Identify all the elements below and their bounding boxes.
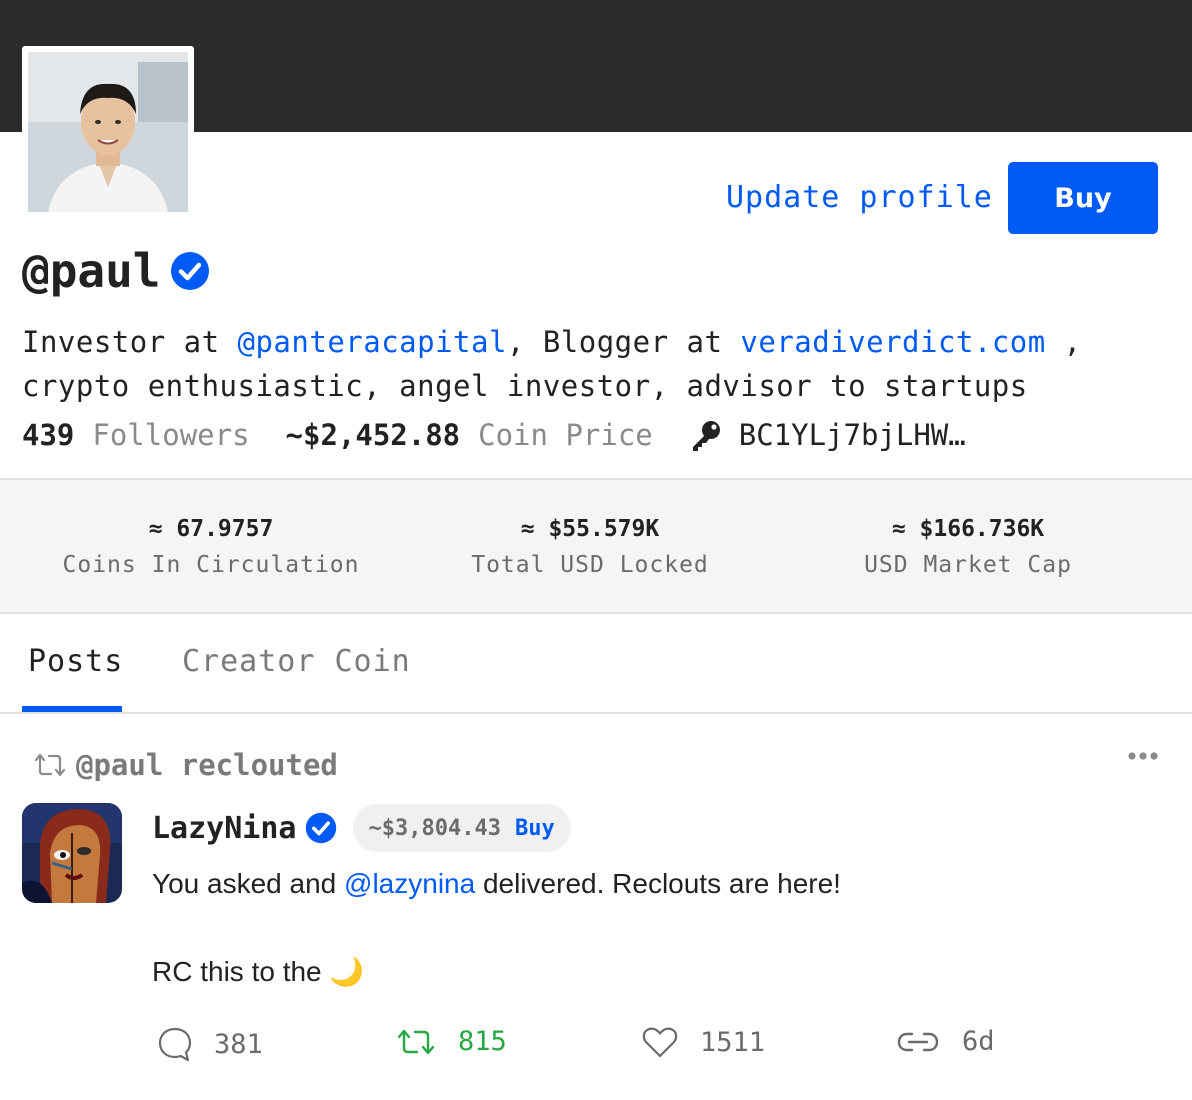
- coin-price-label: Coin Price: [478, 418, 653, 452]
- buy-button[interactable]: Buy: [1008, 162, 1158, 234]
- metric-label: Coins In Circulation: [62, 552, 360, 578]
- key-icon: [692, 421, 720, 451]
- link-icon: [897, 1032, 939, 1051]
- profile-tabs: Posts Creator Coin: [0, 614, 1192, 714]
- coin-price-value: ~$2,452.88: [285, 418, 461, 452]
- author-buy-link[interactable]: Buy: [515, 816, 555, 841]
- post-mention-link[interactable]: @lazynina: [344, 868, 475, 899]
- author-coin-price: ~$3,804.43: [368, 815, 501, 841]
- bio-text: , Blogger at: [506, 325, 741, 359]
- post-body-line-1: You asked and @lazynina delivered. Reclo…: [152, 862, 841, 906]
- coin-metrics: ≈ 67.9757 Coins In Circulation ≈ $55.579…: [0, 478, 1192, 614]
- permalink-button[interactable]: 6d: [896, 1026, 995, 1057]
- avatar-photo: [28, 52, 188, 212]
- like-count: 1511: [700, 1026, 766, 1058]
- username-row: @paul: [22, 244, 210, 298]
- post-author-avatar[interactable]: [22, 803, 122, 903]
- reclout-count: 815: [458, 1026, 507, 1057]
- post-text: delivered. Reclouts are here!: [475, 868, 841, 899]
- post-text: RC this to the: [152, 956, 330, 987]
- reclout-button[interactable]: 815: [396, 1026, 507, 1057]
- reclout-icon: [397, 1029, 435, 1054]
- reclout-attribution: @paul reclouted: [32, 748, 338, 782]
- post-body: You asked and @lazynina delivered. Reclo…: [152, 862, 841, 994]
- bio-mention-link[interactable]: @panteracapital: [238, 325, 507, 359]
- metric-label: Total USD Locked: [471, 552, 709, 578]
- metric-coins-in-circulation: ≈ 67.9757 Coins In Circulation: [21, 516, 401, 578]
- metric-total-usd-locked: ≈ $55.579K Total USD Locked: [400, 516, 780, 578]
- comment-button[interactable]: 381: [158, 1026, 263, 1062]
- post-actions: 381 815 1511 6d: [0, 1026, 1192, 1070]
- bio-site-link[interactable]: veradiverdict.com: [740, 325, 1045, 359]
- followers-label[interactable]: Followers: [92, 418, 249, 452]
- verified-icon: [305, 812, 336, 844]
- bio-text: ,: [1045, 325, 1082, 359]
- comment-icon: [158, 1027, 192, 1062]
- like-button[interactable]: 1511: [642, 1026, 765, 1058]
- followers-count[interactable]: 439: [22, 418, 74, 452]
- post-author-name[interactable]: LazyNina: [152, 811, 297, 846]
- heart-icon: [642, 1027, 678, 1058]
- tab-posts[interactable]: Posts: [28, 644, 123, 679]
- metric-value: ≈ 67.9757: [148, 516, 274, 542]
- reclout-by-text[interactable]: @paul reclouted: [76, 748, 338, 782]
- tab-creator-coin[interactable]: Creator Coin: [182, 644, 411, 679]
- post-text: You asked and: [152, 868, 345, 899]
- metric-value: ≈ $166.736K: [891, 516, 1045, 542]
- profile-username: @paul: [22, 244, 161, 298]
- metric-usd-market-cap: ≈ $166.736K USD Market Cap: [778, 516, 1158, 578]
- post-age: 6d: [962, 1026, 995, 1057]
- author-coin-price-pill[interactable]: ~$3,804.43 Buy: [352, 804, 571, 852]
- metric-value: ≈ $55.579K: [520, 516, 660, 542]
- post-body-line-2: RC this to the 🌙: [152, 950, 841, 994]
- profile-stats: 439 Followers ~$2,452.88 Coin Price BC1Y…: [22, 418, 966, 452]
- profile-bio: Investor at @panteracapital, Blogger at …: [22, 320, 1142, 408]
- comment-count: 381: [214, 1028, 263, 1060]
- post-header: LazyNina ~$3,804.43 Buy: [152, 804, 571, 852]
- public-key[interactable]: BC1YLj7bjLHW…: [739, 418, 966, 452]
- update-profile-link[interactable]: Update profile: [726, 180, 993, 215]
- bio-text: Investor at: [22, 325, 238, 359]
- active-tab-indicator: [22, 706, 122, 712]
- bio-line-2: crypto enthusiastic, angel investor, adv…: [22, 369, 1028, 403]
- moon-emoji: 🌙: [329, 956, 365, 987]
- more-icon[interactable]: [1126, 746, 1160, 766]
- verified-icon: [171, 252, 210, 290]
- profile-avatar: [22, 46, 194, 216]
- metric-label: USD Market Cap: [864, 552, 1072, 578]
- reclout-icon: [34, 753, 66, 777]
